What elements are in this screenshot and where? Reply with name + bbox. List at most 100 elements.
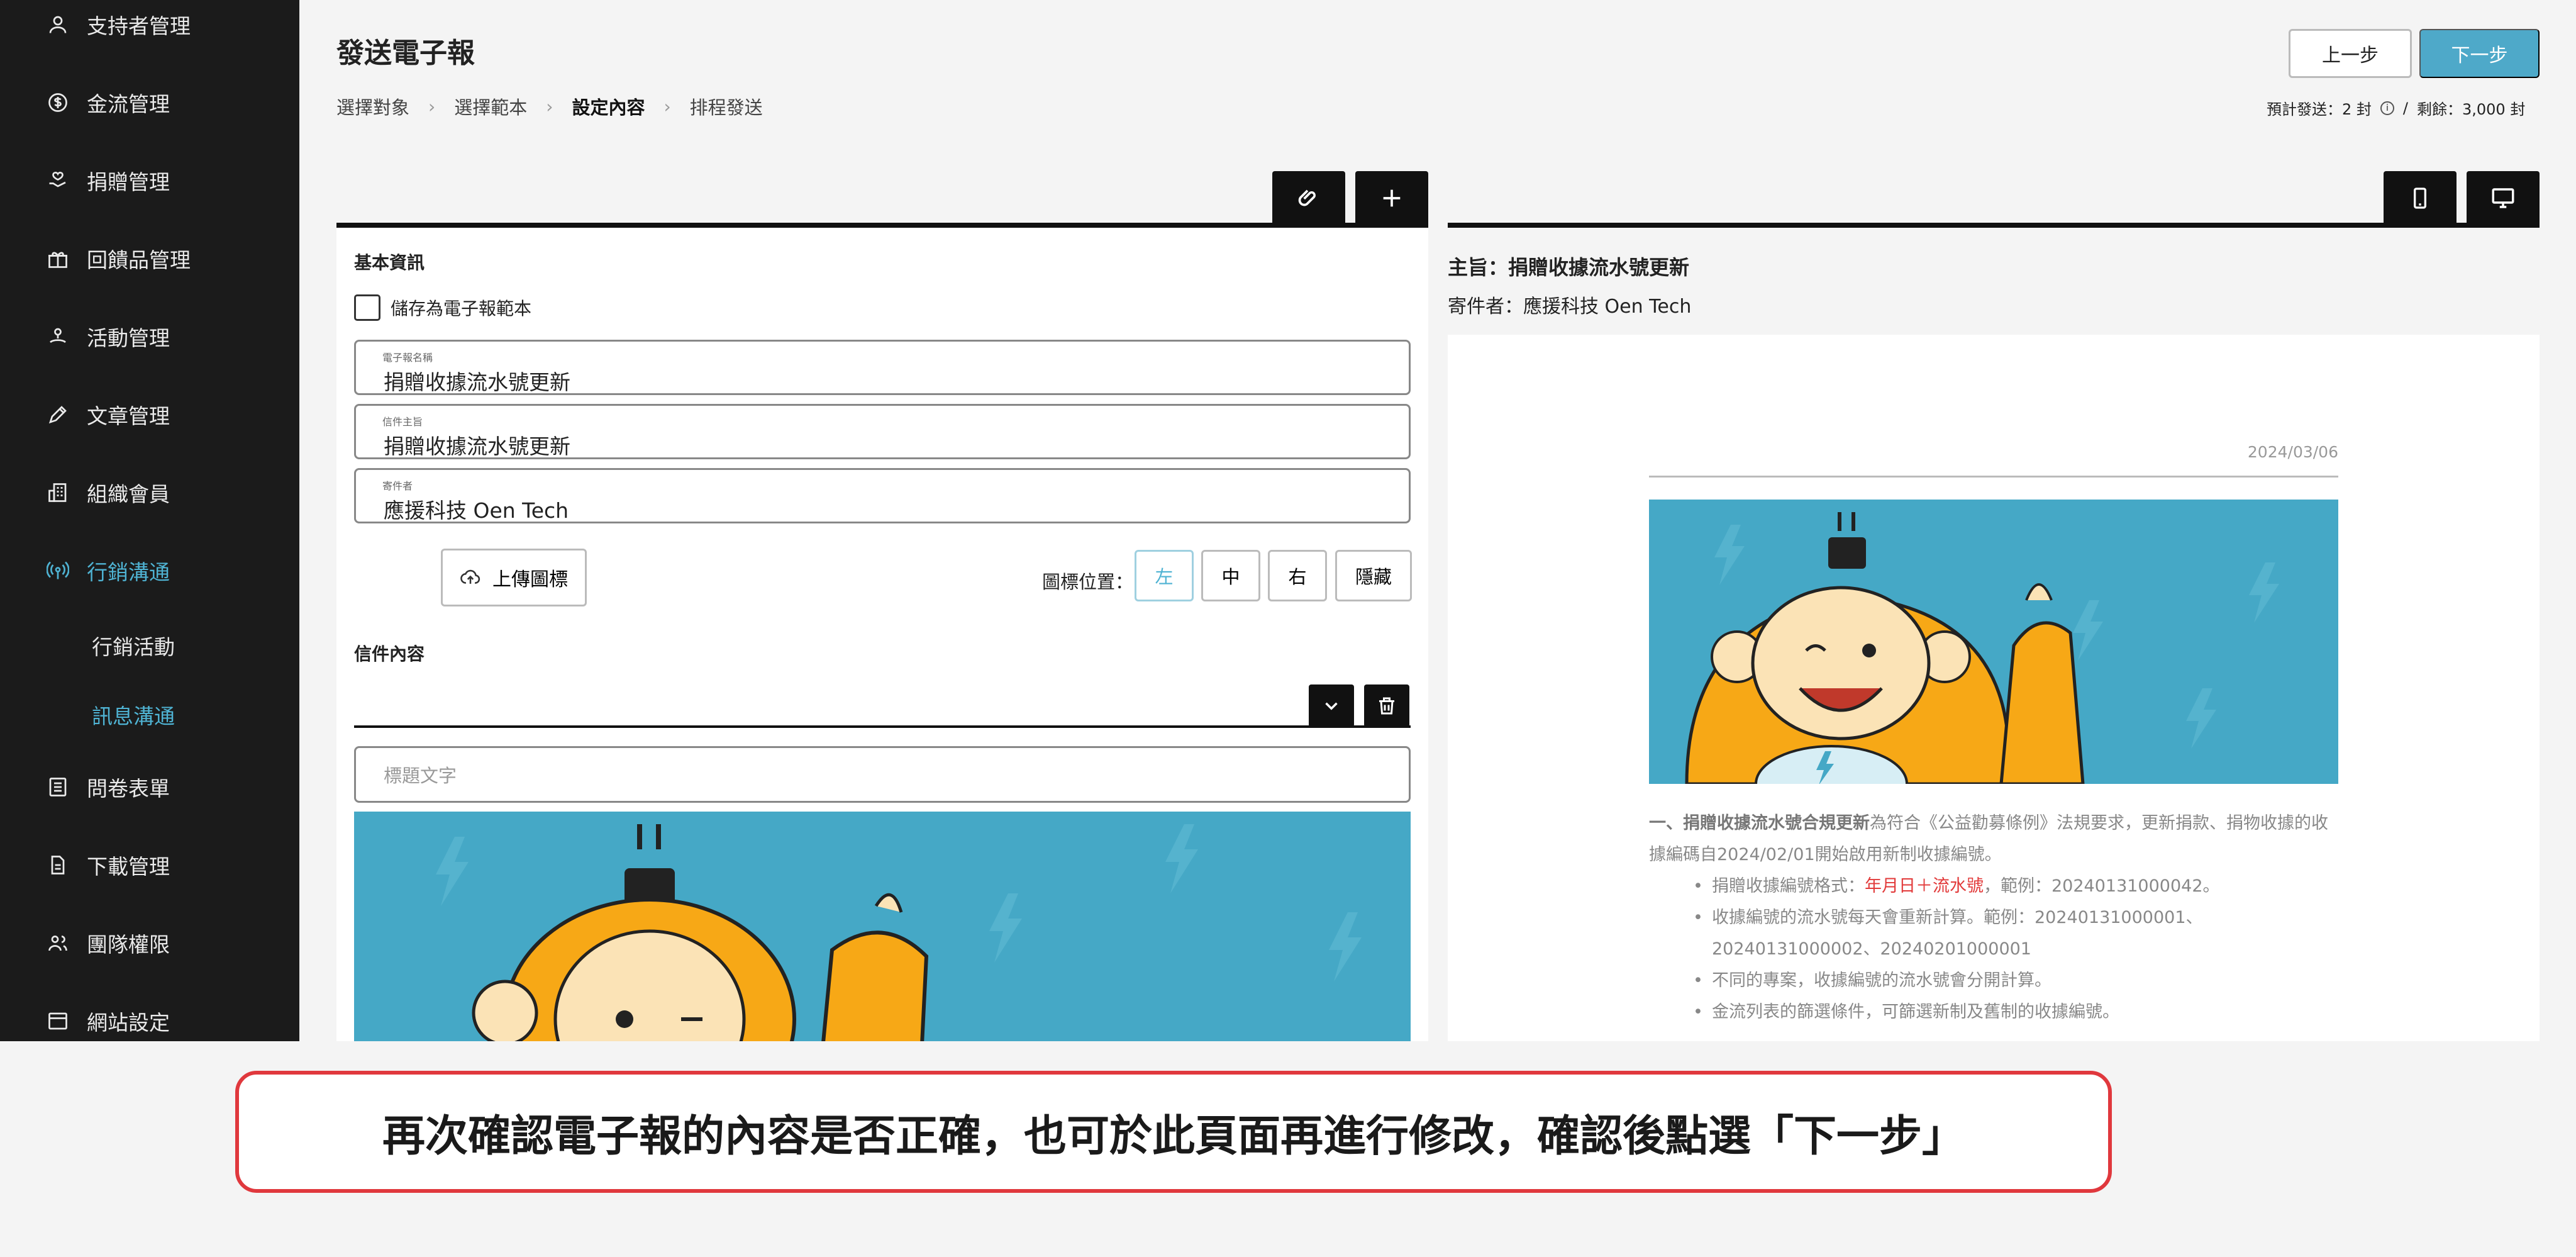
next-step-button[interactable]: 下一步 xyxy=(2419,29,2540,78)
upload-logo-button[interactable]: 上傳圖標 xyxy=(441,549,587,606)
sidebar-item-donations[interactable]: 捐贈管理 xyxy=(44,159,170,203)
chevron-right-icon: › xyxy=(546,96,553,117)
sidebar-item-marketing[interactable]: 行銷溝通 xyxy=(44,549,170,593)
hand-heart-icon xyxy=(44,167,72,194)
content-divider xyxy=(354,725,1411,728)
broadcast-icon xyxy=(44,557,72,584)
email-subject-field[interactable]: 信件主旨 捐贈收據流水號更新 xyxy=(354,404,1411,459)
sidebar-item-articles[interactable]: 文章管理 xyxy=(44,393,170,437)
preview-subject: 主旨：捐贈收據流水號更新 xyxy=(1448,255,1690,279)
sidebar-item-label: 文章管理 xyxy=(87,404,170,428)
sidebar-item-events[interactable]: 活動管理 xyxy=(44,315,170,359)
step-breadcrumb: 選擇對象 › 選擇範本 › 設定內容 › 排程發送 xyxy=(336,93,763,120)
step-select-target: 選擇對象 xyxy=(336,97,410,118)
attachment-button[interactable] xyxy=(1272,171,1345,225)
preview-bullet-list: 捐贈收據編號格式：年月日＋流水號，範例：20240131000042。 收據編號… xyxy=(1649,871,2341,1028)
preview-sender: 寄件者：應援科技 Oen Tech xyxy=(1448,296,1692,318)
sidebar-item-team[interactable]: 團隊權限 xyxy=(44,921,170,965)
sidebar-item-label: 回饋品管理 xyxy=(87,248,191,272)
quota-separator: / xyxy=(2402,99,2408,117)
chevron-right-icon: › xyxy=(428,96,436,117)
sidebar-item-label: 捐贈管理 xyxy=(87,170,170,194)
sidebar-item-label: 金流管理 xyxy=(87,92,170,116)
desktop-preview-button[interactable] xyxy=(2467,171,2540,225)
save-template-checkbox-row[interactable]: 儲存為電子報範本 xyxy=(354,294,531,321)
cloud-upload-icon xyxy=(460,569,480,584)
sidebar-sub-messages[interactable]: 訊息溝通 xyxy=(92,700,175,730)
save-template-checkbox[interactable] xyxy=(354,294,380,321)
sidebar-item-downloads[interactable]: 下載管理 xyxy=(44,843,170,887)
sidebar-item-label: 支持者管理 xyxy=(87,14,191,38)
chevron-right-icon: › xyxy=(663,96,671,117)
content-banner-image xyxy=(354,812,1411,1041)
field-label: 電子報名稱 xyxy=(382,352,433,364)
building-icon xyxy=(44,479,72,506)
quota-remaining: 剩餘：3,000 封 xyxy=(2417,101,2526,118)
person-icon xyxy=(44,11,72,38)
info-icon[interactable]: i xyxy=(2380,101,2394,115)
bullet-text: 收據編號的流水號每天會重新計算。範例：20240131000001、202401… xyxy=(1712,908,2203,959)
sidebar-sub-campaigns[interactable]: 行銷活動 xyxy=(92,630,175,661)
paperclip-icon xyxy=(1298,189,1316,206)
list-item: 捐贈收據編號格式：年月日＋流水號，範例：20240131000042。 xyxy=(1693,871,2341,902)
dollar-circle-icon xyxy=(44,89,72,116)
sidebar-item-label: 活動管理 xyxy=(87,326,170,350)
position-left-button[interactable]: 左 xyxy=(1135,550,1194,601)
step-set-content: 設定內容 xyxy=(572,97,645,118)
pen-icon xyxy=(44,401,72,428)
position-hide-button[interactable]: 隱藏 xyxy=(1335,550,1412,601)
bullet-text: ，範例：20240131000042。 xyxy=(1984,876,2220,896)
upload-logo-label: 上傳圖標 xyxy=(492,569,568,590)
instruction-caption: 再次確認電子報的內容是否正確，也可於此頁面再進行修改，確認後點選「下一步」 xyxy=(235,1071,2112,1193)
position-right-button[interactable]: 右 xyxy=(1268,550,1327,601)
preview-paragraph-heading: 一、捐贈收據流水號合規更新 xyxy=(1649,813,1870,833)
step-select-template: 選擇範本 xyxy=(454,97,528,118)
sidebar-item-label: 行銷溝通 xyxy=(87,560,170,584)
title-text-input[interactable]: 標題文字 xyxy=(354,746,1411,803)
gift-icon xyxy=(44,245,72,272)
send-quota: 預計發送：2 封 i / 剩餘：3,000 封 xyxy=(2267,97,2525,119)
sidebar-item-label: 網站設定 xyxy=(87,1010,170,1035)
desktop-icon xyxy=(2492,188,2514,208)
quota-expected: 預計發送：2 封 xyxy=(2267,101,2372,118)
newsletter-editor: 基本資訊 儲存為電子報範本 電子報名稱 捐贈收據流水號更新 信件主旨 捐贈收據流… xyxy=(336,171,1428,1041)
sidebar-item-label: 問卷表單 xyxy=(87,776,170,801)
logo-position-label: 圖標位置： xyxy=(1042,571,1134,593)
field-value: 捐贈收據流水號更新 xyxy=(384,434,570,459)
sidebar-item-label: 團隊權限 xyxy=(87,932,170,957)
sidebar-item-supporters[interactable]: 支持者管理 xyxy=(44,3,191,47)
plus-icon xyxy=(1383,189,1401,207)
preview-body-text: 一、捐贈收據流水號合規更新為符合《公益勸募條例》法規要求，更新捐款、捐物收據的收… xyxy=(1649,808,2341,1028)
bullet-text: 金流列表的篩選條件，可篩選新制及舊制的收據編號。 xyxy=(1712,1002,2119,1022)
bullet-text: 捐贈收據編號格式： xyxy=(1712,876,1865,896)
preview-divider xyxy=(1649,476,2338,478)
newsletter-name-field[interactable]: 電子報名稱 捐贈收據流水號更新 xyxy=(354,340,1411,395)
chevron-down-icon xyxy=(1325,702,1338,710)
previous-step-button[interactable]: 上一步 xyxy=(2289,29,2412,78)
preview-paragraph: 一、捐贈收據流水號合規更新為符合《公益勸募條例》法規要求，更新捐款、捐物收據的收… xyxy=(1649,808,2341,871)
position-center-button[interactable]: 中 xyxy=(1201,550,1260,601)
list-item: 不同的專案，收據編號的流水號會分開計算。 xyxy=(1693,965,2341,997)
sidebar-item-members[interactable]: 組織會員 xyxy=(44,471,170,515)
page-title: 發送電子報 xyxy=(336,37,475,69)
sidebar-item-site-settings[interactable]: 網站設定 xyxy=(44,999,170,1041)
bullet-text: 不同的專案，收據編號的流水號會分開計算。 xyxy=(1712,971,2051,990)
list-form-icon xyxy=(44,773,72,801)
sidebar-item-label: 組織會員 xyxy=(87,482,170,506)
location-hand-icon xyxy=(44,323,72,350)
sidebar: 支持者管理 金流管理 捐贈管理 回饋品管理 活動管理 文章管理 組織會員 行銷溝… xyxy=(0,0,299,1041)
collapse-block-button[interactable] xyxy=(1309,684,1354,727)
preview-banner-image xyxy=(1649,500,2338,784)
sidebar-item-rewards[interactable]: 回饋品管理 xyxy=(44,237,191,281)
add-block-button[interactable] xyxy=(1355,171,1428,225)
sidebar-item-forms[interactable]: 問卷表單 xyxy=(44,765,170,809)
panel-divider xyxy=(1448,223,2540,228)
sender-field[interactable]: 寄件者 應援科技 Oen Tech xyxy=(354,468,1411,523)
field-value: 應援科技 Oen Tech xyxy=(384,498,569,523)
mobile-preview-button[interactable] xyxy=(2384,171,2457,225)
bullet-highlight: 年月日＋流水號 xyxy=(1865,876,1984,896)
sidebar-item-payments[interactable]: 金流管理 xyxy=(44,81,170,125)
field-value: 捐贈收據流水號更新 xyxy=(384,370,570,394)
delete-block-button[interactable] xyxy=(1364,684,1409,727)
basic-info-heading: 基本資訊 xyxy=(354,252,425,273)
